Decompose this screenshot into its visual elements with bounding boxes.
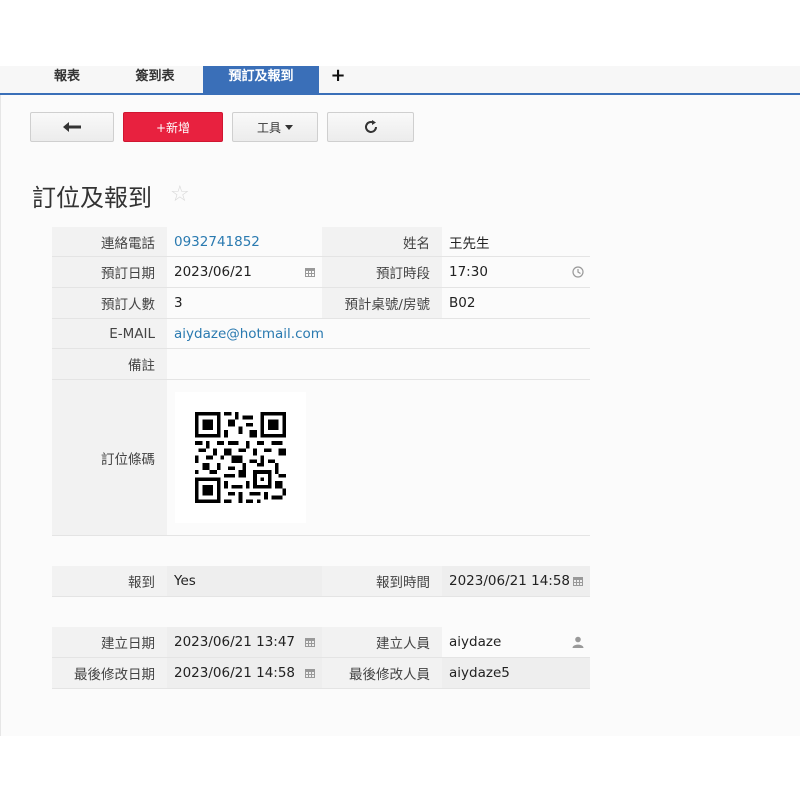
modified-by-field: aiydaze5 bbox=[442, 658, 590, 689]
phone-link[interactable]: 0932741852 bbox=[174, 234, 260, 250]
date-label: 預訂日期 bbox=[52, 257, 167, 288]
calendar-icon[interactable] bbox=[304, 266, 316, 278]
tools-dropdown-button[interactable]: 工具 bbox=[232, 112, 318, 142]
user-icon bbox=[572, 636, 584, 648]
refresh-icon bbox=[364, 120, 377, 133]
name-label: 姓名 bbox=[322, 227, 442, 257]
barcode-label: 訂位條碼 bbox=[52, 380, 167, 536]
modified-date-field: 2023/06/21 14:58 bbox=[167, 658, 322, 689]
caret-down-icon bbox=[285, 124, 293, 130]
tab-reservation-checkin[interactable]: 預訂及報到 bbox=[203, 66, 319, 93]
modified-by-label: 最後修改人員 bbox=[322, 658, 442, 689]
created-by-label: 建立人員 bbox=[322, 627, 442, 658]
refresh-button[interactable] bbox=[327, 112, 414, 142]
date-field[interactable]: 2023/06/21 bbox=[167, 257, 322, 288]
time-label: 預訂時段 bbox=[322, 257, 442, 288]
people-label: 預訂人數 bbox=[52, 288, 167, 319]
tools-label: 工具 bbox=[256, 120, 281, 135]
created-by-field: aiydaze bbox=[442, 627, 590, 658]
modified-date-value: 2023/06/21 14:58 bbox=[174, 665, 296, 681]
modified-date-label: 最後修改日期 bbox=[52, 658, 167, 689]
email-link[interactable]: aiydaze@hotmail.com bbox=[174, 326, 324, 342]
arrow-left-icon bbox=[63, 122, 81, 132]
add-tab-button[interactable]: + bbox=[326, 66, 350, 93]
email-field[interactable]: aiydaze@hotmail.com bbox=[167, 319, 590, 349]
tab-report[interactable]: 報表 bbox=[34, 66, 100, 93]
note-label: 備註 bbox=[52, 349, 167, 380]
email-label: E-MAIL bbox=[52, 319, 167, 349]
phone-label: 連絡電話 bbox=[52, 227, 167, 257]
phone-field[interactable]: 0932741852 bbox=[167, 227, 322, 257]
time-field[interactable]: 17:30 bbox=[442, 257, 590, 288]
people-field[interactable]: 3 bbox=[167, 288, 322, 319]
new-button[interactable]: +新增 bbox=[123, 112, 223, 142]
table-label: 預計桌號/房號 bbox=[322, 288, 442, 319]
note-field[interactable] bbox=[167, 349, 590, 380]
name-field[interactable]: 王先生 bbox=[442, 227, 590, 257]
tab-signin-sheet[interactable]: 簽到表 bbox=[120, 66, 190, 93]
checkin-time-label: 報到時間 bbox=[322, 566, 442, 597]
table-field[interactable]: B02 bbox=[442, 288, 590, 319]
star-icon[interactable]: ☆ bbox=[170, 182, 190, 207]
created-date-label: 建立日期 bbox=[52, 627, 167, 658]
qr-code-image bbox=[175, 392, 306, 523]
calendar-icon[interactable] bbox=[572, 575, 584, 587]
page-title: 訂位及報到 bbox=[32, 184, 152, 212]
checkin-time-field[interactable]: 2023/06/21 14:58 bbox=[442, 566, 590, 597]
created-date-field: 2023/06/21 13:47 bbox=[167, 627, 322, 658]
calendar-icon bbox=[305, 669, 315, 678]
time-value: 17:30 bbox=[449, 264, 488, 280]
checkin-time-value: 2023/06/21 14:58 bbox=[449, 573, 571, 589]
created-date-value: 2023/06/21 13:47 bbox=[174, 634, 296, 650]
back-button[interactable] bbox=[30, 112, 114, 142]
date-value: 2023/06/21 bbox=[174, 264, 252, 280]
tab-bar: 報表 簽到表 預訂及報到 + bbox=[0, 66, 800, 95]
checkin-field[interactable]: Yes bbox=[167, 566, 322, 597]
checkin-label: 報到 bbox=[52, 566, 167, 597]
clock-icon[interactable] bbox=[572, 266, 584, 278]
calendar-icon bbox=[305, 638, 315, 647]
created-by-value: aiydaze bbox=[449, 634, 502, 650]
qr-code-icon bbox=[195, 412, 286, 503]
